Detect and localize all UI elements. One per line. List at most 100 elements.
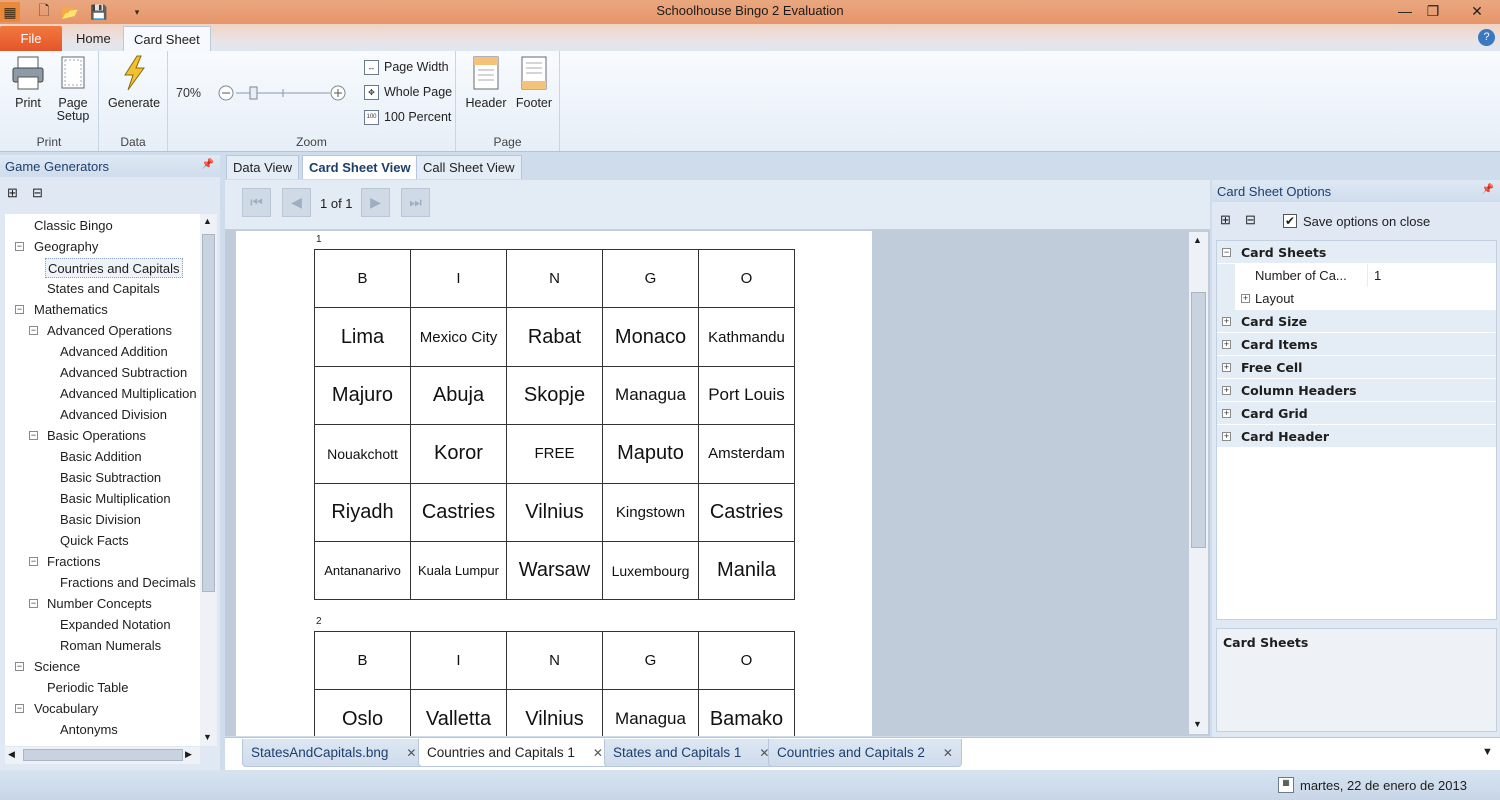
scroll-up-arrow-icon[interactable]: ▲: [203, 216, 212, 226]
tree-item[interactable]: Science: [34, 657, 80, 677]
tree-item[interactable]: Basic Division: [60, 510, 141, 530]
close-window-button[interactable]: ✕: [1462, 0, 1492, 22]
scroll-right-arrow-icon[interactable]: ▶: [185, 749, 192, 760]
tree-item[interactable]: Advanced Operations: [47, 321, 172, 341]
first-page-icon[interactable]: ⏮: [242, 188, 271, 217]
tree-item[interactable]: Vocabulary: [34, 699, 98, 719]
property-number-of-cards[interactable]: Number of Ca... 1: [1217, 264, 1496, 287]
tab-card-sheet[interactable]: Card Sheet: [123, 26, 211, 51]
minimize-button[interactable]: —: [1390, 0, 1420, 22]
scroll-up-arrow-icon[interactable]: ▲: [1193, 235, 1202, 245]
tree-item[interactable]: Advanced Subtraction: [60, 363, 187, 383]
pin-icon[interactable]: 📌: [202, 159, 214, 170]
tab-call-sheet-view[interactable]: Call Sheet View: [416, 155, 522, 179]
collapse-all-icon[interactable]: ⊟: [32, 185, 48, 203]
pin-icon[interactable]: 📌: [1482, 184, 1494, 195]
tree-item[interactable]: States and Capitals: [47, 279, 160, 299]
tree-item[interactable]: Basic Subtraction: [60, 468, 161, 488]
property-layout[interactable]: + Layout: [1217, 287, 1496, 310]
expand-toggle-icon[interactable]: +: [1222, 363, 1231, 372]
category-card-sheets[interactable]: − Card Sheets: [1217, 241, 1496, 264]
tree-item[interactable]: Roman Numerals: [60, 636, 161, 656]
generate-button[interactable]: Generate: [105, 55, 163, 110]
collapse-toggle-icon[interactable]: −: [15, 242, 24, 251]
zoom-slider[interactable]: [218, 84, 346, 102]
doc-tab-countries-and-capitals-1[interactable]: Countries and Capitals 1 ✕: [418, 739, 612, 767]
tree-item[interactable]: Geography: [34, 237, 98, 257]
tab-card-sheet-view[interactable]: Card Sheet View: [302, 155, 418, 179]
help-icon[interactable]: ?: [1478, 29, 1495, 46]
tree-item[interactable]: Quick Facts: [60, 531, 129, 551]
whole-page-button[interactable]: ✥ Whole Page: [364, 82, 452, 102]
close-tab-icon[interactable]: ✕: [406, 746, 416, 760]
close-tab-icon[interactable]: ✕: [593, 746, 603, 760]
collapse-toggle-icon[interactable]: −: [29, 557, 38, 566]
tab-home[interactable]: Home: [66, 26, 121, 51]
tree-item[interactable]: Basic Multiplication: [60, 489, 171, 509]
next-page-icon[interactable]: ▶: [361, 188, 390, 217]
category-card-items[interactable]: + Card Items: [1217, 333, 1496, 356]
category-column-headers[interactable]: + Column Headers: [1217, 379, 1496, 402]
tree-item[interactable]: Number Concepts: [47, 594, 152, 614]
tree-item[interactable]: Basic Addition: [60, 447, 142, 467]
tree-item-selected[interactable]: Countries and Capitals: [45, 258, 183, 278]
number-of-cards-value[interactable]: 1: [1374, 264, 1381, 287]
viewer-scroll-thumb[interactable]: [1191, 292, 1206, 548]
expand-toggle-icon[interactable]: +: [1222, 409, 1231, 418]
collapse-toggle-icon[interactable]: −: [15, 704, 24, 713]
expand-toggle-icon[interactable]: +: [1241, 294, 1250, 303]
tree-item[interactable]: Basic Operations: [47, 426, 146, 446]
collapse-toggle-icon[interactable]: −: [15, 305, 24, 314]
tab-list-dropdown-icon[interactable]: ▼: [1482, 746, 1493, 758]
expand-toggle-icon[interactable]: +: [1222, 340, 1231, 349]
scroll-down-arrow-icon[interactable]: ▼: [203, 732, 212, 742]
previous-page-icon[interactable]: ◀: [282, 188, 311, 217]
categorized-icon[interactable]: ⊞: [1220, 212, 1231, 228]
scroll-left-arrow-icon[interactable]: ◀: [8, 749, 15, 760]
tree-item[interactable]: Advanced Division: [60, 405, 167, 425]
alphabetical-icon[interactable]: ⊟: [1245, 212, 1256, 228]
tree-item[interactable]: Fractions and Decimals: [60, 573, 196, 593]
category-card-size[interactable]: + Card Size: [1217, 310, 1496, 333]
collapse-toggle-icon[interactable]: −: [29, 431, 38, 440]
expand-all-icon[interactable]: ⊞: [7, 185, 23, 203]
expand-toggle-icon[interactable]: +: [1222, 317, 1231, 326]
save-options-checkbox[interactable]: ✔: [1283, 214, 1297, 228]
last-page-icon[interactable]: ⏭: [401, 188, 430, 217]
tree-item[interactable]: Expanded Notation: [60, 615, 171, 635]
scroll-down-arrow-icon[interactable]: ▼: [1193, 719, 1202, 729]
tree-item[interactable]: Mathematics: [34, 300, 108, 320]
tree-item[interactable]: Fractions: [47, 552, 100, 572]
close-tab-icon[interactable]: ✕: [943, 746, 953, 760]
tab-data-view[interactable]: Data View: [226, 155, 300, 179]
tree-scroll-thumb[interactable]: [202, 234, 215, 592]
category-free-cell[interactable]: + Free Cell: [1217, 356, 1496, 379]
expand-toggle-icon[interactable]: +: [1222, 386, 1231, 395]
hundred-percent-button[interactable]: 100 100 Percent: [364, 107, 451, 127]
tree-item[interactable]: Periodic Table: [47, 678, 128, 698]
tree-hscroll-thumb[interactable]: [23, 749, 183, 761]
category-card-header[interactable]: + Card Header: [1217, 425, 1496, 448]
doc-tab-statesandcapitals-bng[interactable]: StatesAndCapitals.bng ✕: [242, 739, 426, 767]
footer-button[interactable]: Footer: [512, 55, 556, 110]
tree-item[interactable]: Advanced Addition: [60, 342, 168, 362]
collapse-toggle-icon[interactable]: −: [1222, 248, 1231, 257]
page-width-button[interactable]: ↔ Page Width: [364, 57, 449, 77]
tree-item[interactable]: Antonyms: [60, 720, 118, 740]
collapse-toggle-icon[interactable]: −: [15, 662, 24, 671]
viewer-vertical-scrollbar[interactable]: ▲ ▼: [1189, 232, 1208, 734]
doc-tab-states-and-capitals-1[interactable]: States and Capitals 1 ✕: [604, 739, 779, 767]
expand-toggle-icon[interactable]: +: [1222, 432, 1231, 441]
category-card-grid[interactable]: + Card Grid: [1217, 402, 1496, 425]
tree-vertical-scrollbar[interactable]: ▲ ▼: [200, 214, 217, 746]
collapse-toggle-icon[interactable]: −: [29, 599, 38, 608]
page-setup-button[interactable]: Page Setup: [52, 55, 94, 123]
doc-tab-countries-and-capitals-2[interactable]: Countries and Capitals 2 ✕: [768, 739, 962, 767]
tab-file[interactable]: File: [0, 26, 62, 51]
print-button[interactable]: Print: [8, 55, 48, 110]
tree-item[interactable]: Classic Bingo: [34, 216, 113, 236]
tree-horizontal-scrollbar[interactable]: ◀ ▶: [5, 747, 200, 764]
tree-item[interactable]: Advanced Multiplication: [60, 384, 197, 404]
header-button[interactable]: Header: [464, 55, 508, 110]
restore-button[interactable]: ❐: [1418, 0, 1448, 22]
